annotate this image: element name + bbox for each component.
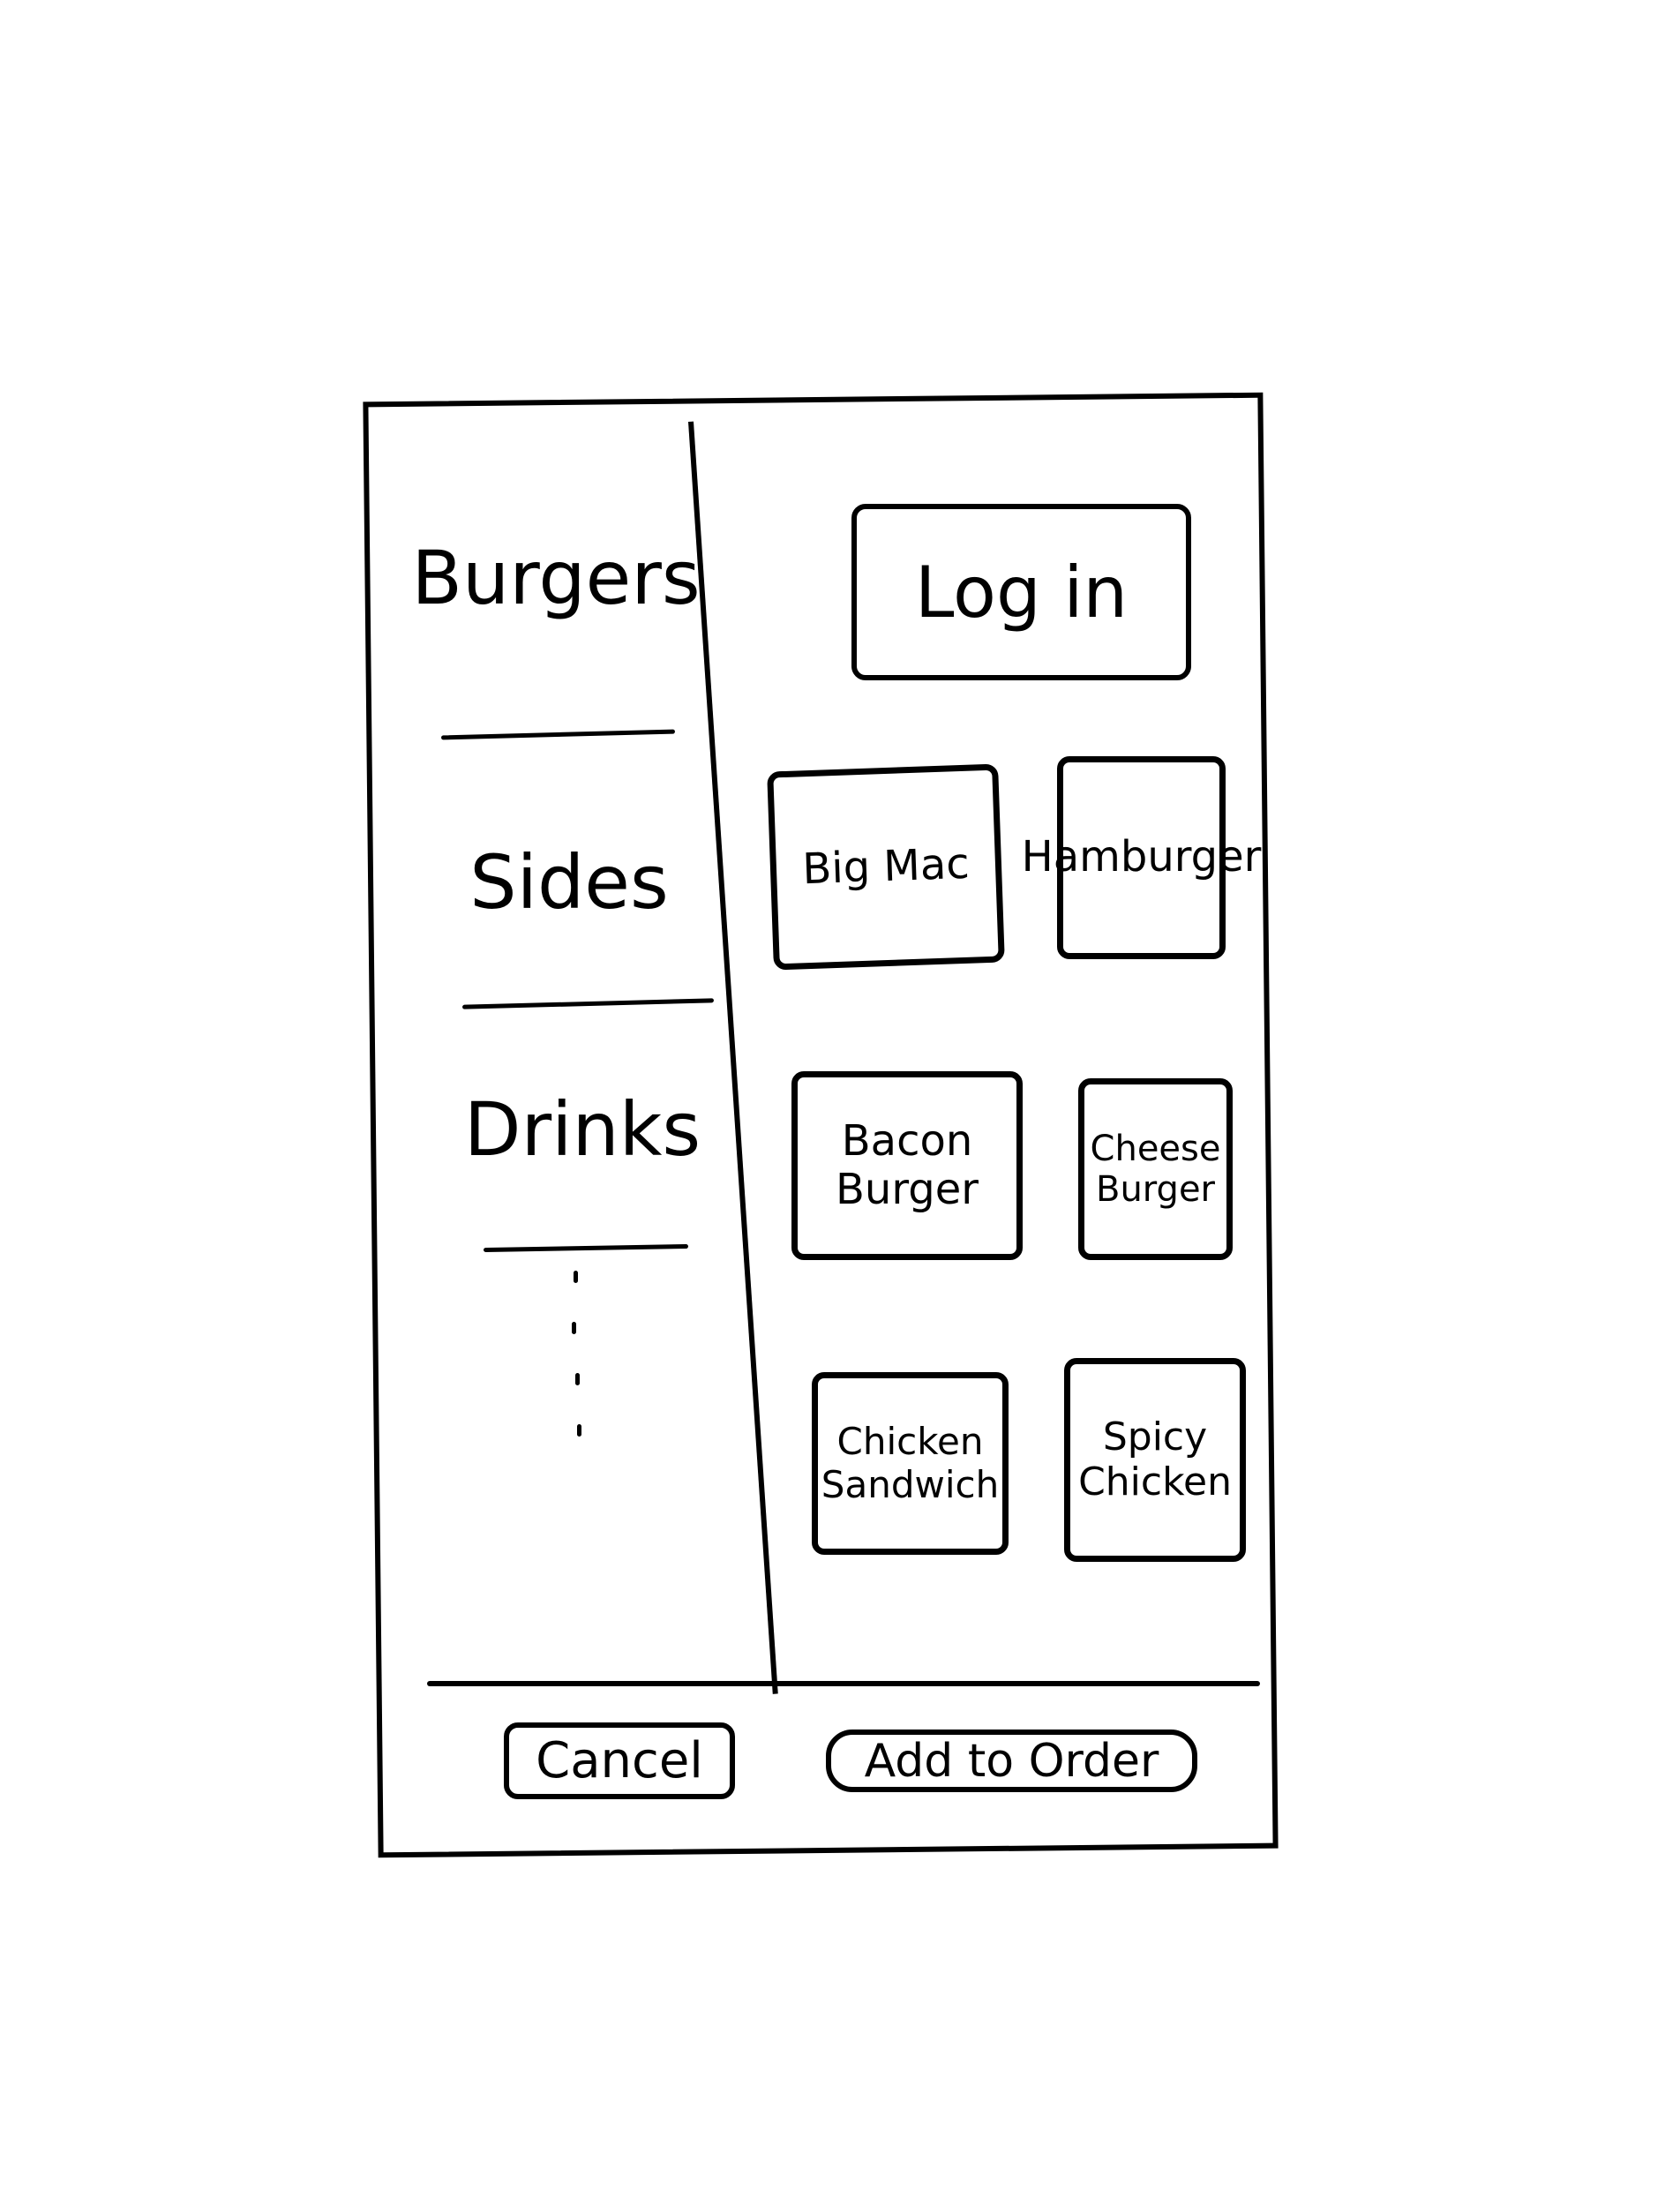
footer-divider [427,1681,1260,1686]
menu-item-big-mac[interactable]: Big Mac [767,763,1005,971]
add-to-order-button[interactable]: Add to Order [826,1730,1197,1792]
menu-item-bacon-burger[interactable]: Bacon Burger [791,1071,1023,1260]
cancel-button[interactable]: Cancel [504,1722,735,1799]
menu-item-spicy-chicken[interactable]: Spicy Chicken [1064,1358,1246,1562]
sidebar-item-sides[interactable]: Sides [468,834,671,931]
sidebar-item-drinks[interactable]: Drinks [464,1081,701,1178]
menu-item-chicken-sandwich[interactable]: Chicken Sandwich [812,1372,1009,1555]
menu-item-cheese-burger[interactable]: Cheese Burger [1078,1078,1233,1260]
more-categories-icon [570,1271,588,1447]
sidebar-item-burgers[interactable]: Burgers [411,529,700,627]
menu-item-hamburger[interactable]: Hamburger [1022,756,1261,959]
login-button[interactable]: Log in [851,504,1191,680]
